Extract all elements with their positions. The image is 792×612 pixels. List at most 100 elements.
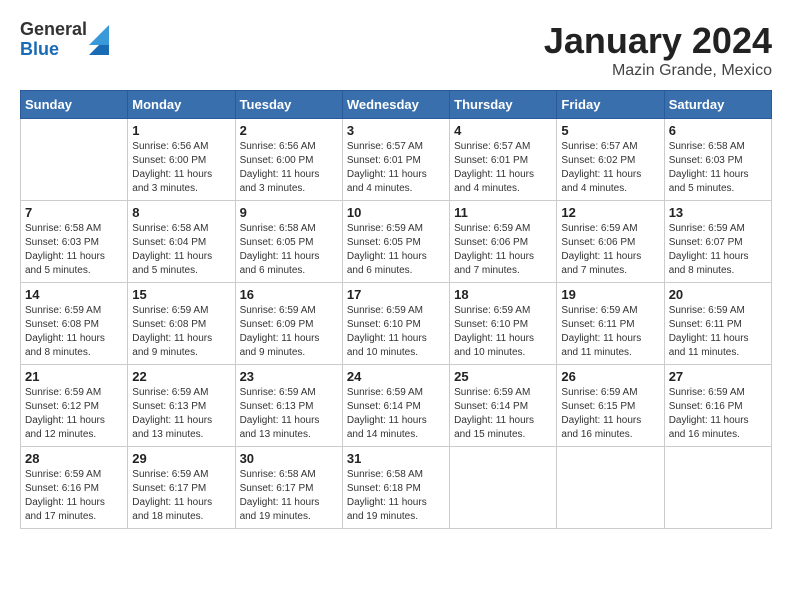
day-info: Sunrise: 6:58 AMSunset: 6:03 PMDaylight:… xyxy=(669,140,767,196)
day-number: 15 xyxy=(132,287,230,302)
calendar-cell: 12 Sunrise: 6:59 AMSunset: 6:06 PMDayligh… xyxy=(557,201,664,283)
calendar-cell: 5Sunrise: 6:57 AMSunset: 6:02 PMDaylight… xyxy=(557,119,664,201)
title-block: January 2024 Mazin Grande, Mexico xyxy=(544,20,772,80)
day-number: 25 xyxy=(454,369,552,384)
calendar-cell: 28 Sunrise: 6:59 AMSunset: 6:16 PMDayligh… xyxy=(21,447,128,529)
calendar-week-row: 7 Sunrise: 6:58 AMSunset: 6:03 PMDaylight… xyxy=(21,201,772,283)
calendar-cell: 3 Sunrise: 6:57 AMSunset: 6:01 PMDaylight… xyxy=(342,119,449,201)
day-info: Sunrise: 6:56 AMSunset: 6:00 PMDaylight:… xyxy=(132,140,230,196)
day-number: 30 xyxy=(240,451,338,466)
logo-general: General xyxy=(20,20,87,40)
calendar-cell: 25 Sunrise: 6:59 AMSunset: 6:14 PMDayligh… xyxy=(450,365,557,447)
day-info: Sunrise: 6:59 AMSunset: 6:13 PMDaylight:… xyxy=(240,386,338,442)
calendar-cell xyxy=(664,447,771,529)
day-info: Sunrise: 6:57 AMSunset: 6:01 PMDaylight:… xyxy=(454,140,552,196)
day-number: 24 xyxy=(347,369,445,384)
day-info: Sunrise: 6:59 AMSunset: 6:07 PMDaylight:… xyxy=(669,222,767,278)
day-info: Sunrise: 6:57 AMSunset: 6:01 PMDaylight:… xyxy=(347,140,445,196)
calendar-cell: 27 Sunrise: 6:59 AMSunset: 6:16 PMDayligh… xyxy=(664,365,771,447)
day-number: 27 xyxy=(669,369,767,384)
calendar-cell xyxy=(557,447,664,529)
day-number: 28 xyxy=(25,451,123,466)
calendar-cell: 22Sunrise: 6:59 AMSunset: 6:13 PMDayligh… xyxy=(128,365,235,447)
calendar-cell: 4Sunrise: 6:57 AMSunset: 6:01 PMDaylight… xyxy=(450,119,557,201)
calendar-day-header: Tuesday xyxy=(235,91,342,119)
calendar-day-header: Sunday xyxy=(21,91,128,119)
calendar-day-header: Friday xyxy=(557,91,664,119)
day-info: Sunrise: 6:59 AMSunset: 6:12 PMDaylight:… xyxy=(25,386,123,442)
day-number: 9 xyxy=(240,205,338,220)
calendar-day-header: Saturday xyxy=(664,91,771,119)
location: Mazin Grande, Mexico xyxy=(544,62,772,80)
day-info: Sunrise: 6:59 AMSunset: 6:06 PMDaylight:… xyxy=(561,222,659,278)
calendar-cell xyxy=(450,447,557,529)
day-info: Sunrise: 6:59 AMSunset: 6:08 PMDaylight:… xyxy=(25,304,123,360)
day-info: Sunrise: 6:57 AMSunset: 6:02 PMDaylight:… xyxy=(561,140,659,196)
day-number: 2 xyxy=(240,123,338,138)
day-info: Sunrise: 6:58 AMSunset: 6:03 PMDaylight:… xyxy=(25,222,123,278)
day-number: 31 xyxy=(347,451,445,466)
logo-blue: Blue xyxy=(20,40,87,60)
calendar-cell: 15 Sunrise: 6:59 AMSunset: 6:08 PMDayligh… xyxy=(128,283,235,365)
calendar-week-row: 14 Sunrise: 6:59 AMSunset: 6:08 PMDayligh… xyxy=(21,283,772,365)
calendar-header-row: SundayMondayTuesdayWednesdayThursdayFrid… xyxy=(21,91,772,119)
day-info: Sunrise: 6:59 AMSunset: 6:16 PMDaylight:… xyxy=(669,386,767,442)
calendar-cell: 2Sunrise: 6:56 AMSunset: 6:00 PMDaylight… xyxy=(235,119,342,201)
month-title: January 2024 xyxy=(544,20,772,62)
day-number: 18 xyxy=(454,287,552,302)
calendar-cell: 30 Sunrise: 6:58 AMSunset: 6:17 PMDayligh… xyxy=(235,447,342,529)
day-info: Sunrise: 6:59 AMSunset: 6:11 PMDaylight:… xyxy=(669,304,767,360)
day-info: Sunrise: 6:59 AMSunset: 6:10 PMDaylight:… xyxy=(454,304,552,360)
day-info: Sunrise: 6:59 AMSunset: 6:15 PMDaylight:… xyxy=(561,386,659,442)
day-info: Sunrise: 6:59 AMSunset: 6:10 PMDaylight:… xyxy=(347,304,445,360)
calendar-cell: 20 Sunrise: 6:59 AMSunset: 6:11 PMDayligh… xyxy=(664,283,771,365)
calendar-cell xyxy=(21,119,128,201)
day-number: 16 xyxy=(240,287,338,302)
day-number: 14 xyxy=(25,287,123,302)
calendar-cell: 7 Sunrise: 6:58 AMSunset: 6:03 PMDaylight… xyxy=(21,201,128,283)
day-number: 20 xyxy=(669,287,767,302)
calendar-table: SundayMondayTuesdayWednesdayThursdayFrid… xyxy=(20,90,772,529)
calendar-cell: 24Sunrise: 6:59 AMSunset: 6:14 PMDayligh… xyxy=(342,365,449,447)
calendar-week-row: 28 Sunrise: 6:59 AMSunset: 6:16 PMDayligh… xyxy=(21,447,772,529)
day-info: Sunrise: 6:58 AMSunset: 6:04 PMDaylight:… xyxy=(132,222,230,278)
day-number: 1 xyxy=(132,123,230,138)
calendar-cell: 13 Sunrise: 6:59 AMSunset: 6:07 PMDayligh… xyxy=(664,201,771,283)
day-number: 11 xyxy=(454,205,552,220)
calendar-cell: 19Sunrise: 6:59 AMSunset: 6:11 PMDayligh… xyxy=(557,283,664,365)
calendar-week-row: 21Sunrise: 6:59 AMSunset: 6:12 PMDayligh… xyxy=(21,365,772,447)
calendar-cell: 17 Sunrise: 6:59 AMSunset: 6:10 PMDayligh… xyxy=(342,283,449,365)
day-number: 8 xyxy=(132,205,230,220)
day-info: Sunrise: 6:59 AMSunset: 6:05 PMDaylight:… xyxy=(347,222,445,278)
day-info: Sunrise: 6:59 AMSunset: 6:08 PMDaylight:… xyxy=(132,304,230,360)
day-info: Sunrise: 6:58 AMSunset: 6:05 PMDaylight:… xyxy=(240,222,338,278)
day-info: Sunrise: 6:59 AMSunset: 6:13 PMDaylight:… xyxy=(132,386,230,442)
day-number: 23 xyxy=(240,369,338,384)
calendar-cell: 9 Sunrise: 6:58 AMSunset: 6:05 PMDaylight… xyxy=(235,201,342,283)
calendar-day-header: Wednesday xyxy=(342,91,449,119)
calendar-cell: 11Sunrise: 6:59 AMSunset: 6:06 PMDayligh… xyxy=(450,201,557,283)
day-number: 13 xyxy=(669,205,767,220)
day-number: 3 xyxy=(347,123,445,138)
day-number: 7 xyxy=(25,205,123,220)
day-number: 17 xyxy=(347,287,445,302)
day-number: 12 xyxy=(561,205,659,220)
logo-text: General Blue xyxy=(20,20,87,60)
calendar-cell: 23 Sunrise: 6:59 AMSunset: 6:13 PMDayligh… xyxy=(235,365,342,447)
day-number: 6 xyxy=(669,123,767,138)
day-info: Sunrise: 6:59 AMSunset: 6:14 PMDaylight:… xyxy=(454,386,552,442)
day-info: Sunrise: 6:59 AMSunset: 6:09 PMDaylight:… xyxy=(240,304,338,360)
day-number: 10 xyxy=(347,205,445,220)
calendar-day-header: Thursday xyxy=(450,91,557,119)
day-info: Sunrise: 6:59 AMSunset: 6:16 PMDaylight:… xyxy=(25,468,123,524)
calendar-cell: 6 Sunrise: 6:58 AMSunset: 6:03 PMDaylight… xyxy=(664,119,771,201)
calendar-cell: 14 Sunrise: 6:59 AMSunset: 6:08 PMDayligh… xyxy=(21,283,128,365)
day-number: 29 xyxy=(132,451,230,466)
day-info: Sunrise: 6:58 AMSunset: 6:17 PMDaylight:… xyxy=(240,468,338,524)
calendar-cell: 1 Sunrise: 6:56 AMSunset: 6:00 PMDaylight… xyxy=(128,119,235,201)
calendar-cell: 8 Sunrise: 6:58 AMSunset: 6:04 PMDaylight… xyxy=(128,201,235,283)
day-info: Sunrise: 6:58 AMSunset: 6:18 PMDaylight:… xyxy=(347,468,445,524)
calendar-cell: 31 Sunrise: 6:58 AMSunset: 6:18 PMDayligh… xyxy=(342,447,449,529)
day-info: Sunrise: 6:59 AMSunset: 6:17 PMDaylight:… xyxy=(132,468,230,524)
calendar-cell: 18 Sunrise: 6:59 AMSunset: 6:10 PMDayligh… xyxy=(450,283,557,365)
